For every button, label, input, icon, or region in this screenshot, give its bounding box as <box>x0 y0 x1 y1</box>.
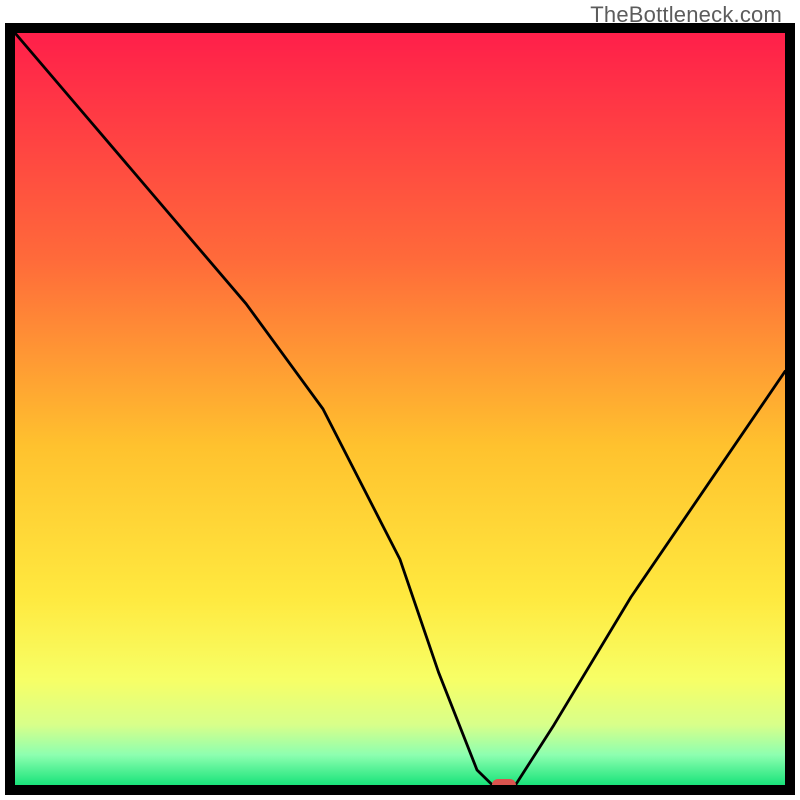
chart-svg <box>0 0 800 800</box>
chart-frame: TheBottleneck.com <box>0 0 800 800</box>
watermark-label: TheBottleneck.com <box>590 2 782 28</box>
